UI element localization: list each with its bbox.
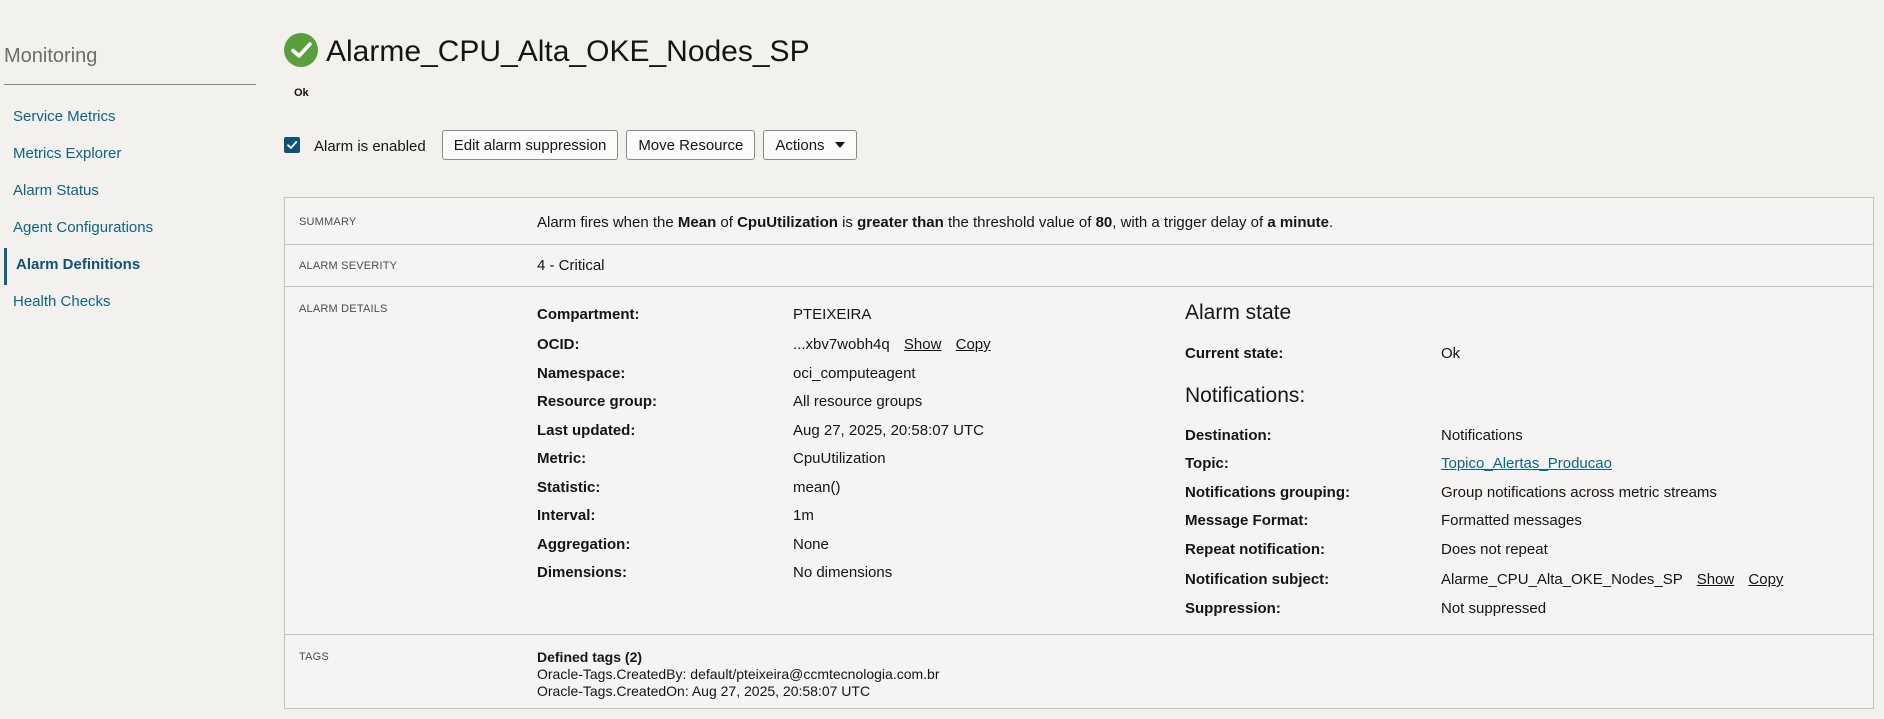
metric-label: Metric: xyxy=(537,450,587,467)
severity-row: ALARM SEVERITY 4 - Critical xyxy=(285,245,1873,287)
sidebar-nav: Service Metrics Metrics Explorer Alarm S… xyxy=(4,100,256,322)
alarm-details-row: ALARM DETAILS Compartment: PTEIXEIRA OCI… xyxy=(285,287,1873,635)
alarm-details-panel: SUMMARY Alarm fires when the Mean of Cpu… xyxy=(284,197,1874,709)
suppression-label: Suppression: xyxy=(1185,600,1281,617)
topic-link[interactable]: Topico_Alertas_Producao xyxy=(1441,455,1612,472)
ocid-value: ...xbv7wobh4q xyxy=(793,336,890,353)
sidebar-item-alarm-status[interactable]: Alarm Status xyxy=(4,174,256,211)
topic-label: Topic: xyxy=(1185,455,1229,472)
sidebar-item-alarm-definitions[interactable]: Alarm Definitions xyxy=(4,248,256,285)
statistic-value: mean() xyxy=(793,479,841,496)
page-title: Alarme_CPU_Alta_OKE_Nodes_SP xyxy=(326,35,810,68)
sidebar-item-health-checks[interactable]: Health Checks xyxy=(4,285,256,322)
sidebar-item-metrics-explorer[interactable]: Metrics Explorer xyxy=(4,137,256,174)
severity-value: 4 - Critical xyxy=(537,257,605,274)
notification-subject-label: Notification subject: xyxy=(1185,571,1330,588)
actions-menu-button[interactable]: Actions xyxy=(763,130,857,160)
compartment-label: Compartment: xyxy=(537,306,640,323)
dimensions-label: Dimensions: xyxy=(537,564,628,581)
summary-text: Alarm fires when the Mean of CpuUtilizat… xyxy=(537,214,1334,231)
notification-subject-value: Alarme_CPU_Alta_OKE_Nodes_SP xyxy=(1441,571,1683,588)
message-format-value: Formatted messages xyxy=(1441,512,1582,529)
resource-group-label: Resource group: xyxy=(537,393,658,410)
destination-label: Destination: xyxy=(1185,427,1272,444)
subject-show-link[interactable]: Show xyxy=(1697,571,1735,588)
toolbar: Alarm is enabled Edit alarm suppression … xyxy=(284,130,865,160)
current-state-label: Current state: xyxy=(1185,345,1284,362)
aggregation-label: Aggregation: xyxy=(537,536,631,553)
notifications-grouping-label: Notifications grouping: xyxy=(1185,484,1350,501)
caret-down-icon xyxy=(834,142,845,148)
tags-label: TAGS xyxy=(299,651,329,663)
statistic-label: Statistic: xyxy=(537,479,601,496)
sidebar-divider xyxy=(4,84,256,85)
sidebar-item-agent-configurations[interactable]: Agent Configurations xyxy=(4,211,256,248)
actions-menu-label: Actions xyxy=(775,136,825,154)
ocid-copy-link[interactable]: Copy xyxy=(956,336,991,353)
summary-label: SUMMARY xyxy=(299,216,357,228)
dimensions-value: No dimensions xyxy=(793,564,893,581)
defined-tags-heading: Defined tags (2) xyxy=(537,649,643,665)
alarm-enabled-checkbox[interactable] xyxy=(284,137,300,153)
metric-value: CpuUtilization xyxy=(793,450,886,467)
edit-alarm-suppression-button[interactable]: Edit alarm suppression xyxy=(441,130,619,160)
notifications-heading: Notifications: xyxy=(1185,384,1306,407)
notifications-grouping-value: Group notifications across metric stream… xyxy=(1441,484,1717,501)
repeat-notification-value: Does not repeat xyxy=(1441,541,1548,558)
message-format-label: Message Format: xyxy=(1185,512,1309,529)
sidebar: Monitoring Service Metrics Metrics Explo… xyxy=(0,0,260,719)
status-label: Ok xyxy=(294,87,309,99)
namespace-label: Namespace: xyxy=(537,365,626,382)
current-state-value: Ok xyxy=(1441,345,1461,362)
summary-row: SUMMARY Alarm fires when the Mean of Cpu… xyxy=(285,198,1873,245)
last-updated-value: Aug 27, 2025, 20:58:07 UTC xyxy=(793,422,984,439)
ocid-label: OCID: xyxy=(537,336,580,353)
subject-copy-link[interactable]: Copy xyxy=(1748,571,1783,588)
tag-created-by: Oracle-Tags.CreatedBy: default/pteixeira… xyxy=(537,666,940,682)
suppression-value: Not suppressed xyxy=(1441,600,1547,617)
interval-label: Interval: xyxy=(537,507,596,524)
tags-row: TAGS Defined tags (2) Oracle-Tags.Create… xyxy=(285,635,1873,708)
compartment-value: PTEIXEIRA xyxy=(793,306,872,323)
namespace-value: oci_computeagent xyxy=(793,365,916,382)
resource-group-value: All resource groups xyxy=(793,393,923,410)
notification-subject-field: Alarme_CPU_Alta_OKE_Nodes_SP Show Copy xyxy=(1441,571,1783,588)
alarm-details-label: ALARM DETAILS xyxy=(299,303,388,315)
destination-value: Notifications xyxy=(1441,427,1523,444)
ocid-show-link[interactable]: Show xyxy=(904,336,942,353)
alarm-state-heading: Alarm state xyxy=(1185,301,1292,324)
sidebar-title: Monitoring xyxy=(4,45,98,67)
check-circle-icon xyxy=(284,33,318,67)
sidebar-item-service-metrics[interactable]: Service Metrics xyxy=(4,100,256,137)
repeat-notification-label: Repeat notification: xyxy=(1185,541,1326,558)
severity-label: ALARM SEVERITY xyxy=(299,260,398,272)
aggregation-value: None xyxy=(793,536,829,553)
interval-value: 1m xyxy=(793,507,814,524)
tag-created-on: Oracle-Tags.CreatedOn: Aug 27, 2025, 20:… xyxy=(537,683,871,699)
last-updated-label: Last updated: xyxy=(537,422,636,439)
alarm-enabled-label: Alarm is enabled xyxy=(314,137,426,155)
move-resource-button[interactable]: Move Resource xyxy=(626,130,756,160)
ocid-field: ...xbv7wobh4q Show Copy xyxy=(793,336,991,353)
